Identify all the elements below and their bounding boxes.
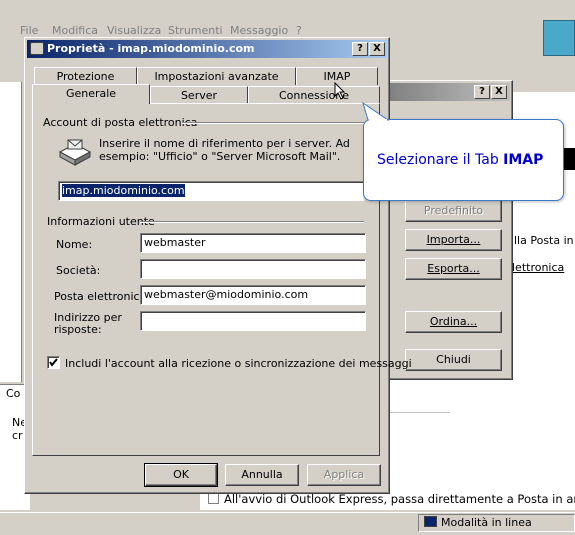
importa-button[interactable]: Importa... bbox=[405, 229, 502, 251]
callout-pointer bbox=[362, 101, 390, 121]
menu-messaggio[interactable]: Messaggio bbox=[230, 24, 288, 37]
dialog-icon bbox=[30, 42, 44, 55]
chiudi-button[interactable]: Chiudi bbox=[405, 349, 502, 371]
esporta-button[interactable]: Esporta... bbox=[405, 258, 502, 280]
societa-input[interactable] bbox=[140, 259, 366, 279]
annulla-button[interactable]: Annulla bbox=[225, 464, 299, 486]
content-link-1[interactable]: lla Posta in bbox=[514, 234, 574, 247]
dialog-close-button[interactable]: X bbox=[369, 42, 385, 56]
include-checkbox-label: Includi l'account alla ricezione o sincr… bbox=[65, 357, 412, 370]
tab-server[interactable]: Server bbox=[150, 86, 248, 104]
applica-button[interactable]: Applica bbox=[307, 464, 381, 486]
callout-text: Selezionare il Tab IMAP bbox=[377, 152, 543, 168]
callout-text-bold: IMAP bbox=[503, 152, 544, 168]
contacts-text-2: cr bbox=[12, 429, 23, 442]
status-text: Modalità in linea bbox=[441, 516, 532, 529]
account-group-line bbox=[182, 122, 364, 124]
posta-input[interactable]: webmaster@miodominio.com bbox=[140, 285, 366, 305]
menu-strumenti[interactable]: Strumenti bbox=[168, 24, 223, 37]
lower-divider bbox=[390, 412, 450, 413]
dialog-titlebar: Proprietà - imap.miodominio.com bbox=[27, 40, 387, 58]
predefinito-button[interactable]: Predefinito bbox=[405, 200, 502, 222]
nome-input[interactable]: webmaster bbox=[140, 233, 366, 253]
startup-text: All'avvio di Outlook Express, passa dire… bbox=[224, 492, 575, 506]
startup-checkbox[interactable] bbox=[208, 493, 219, 504]
ordina-button[interactable]: Ordina... bbox=[405, 311, 502, 333]
account-name-input[interactable]: imap.miodominio.com bbox=[58, 181, 364, 201]
dialog-help-button[interactable]: ? bbox=[352, 42, 368, 56]
banner-strip bbox=[563, 148, 575, 170]
user-group-line bbox=[140, 221, 364, 223]
risposte-label: Indirizzo per risposte: bbox=[54, 311, 122, 336]
account-group-label: Account di posta elettronica bbox=[43, 116, 198, 129]
risposte-input[interactable] bbox=[140, 311, 366, 331]
societa-label: Società: bbox=[56, 264, 101, 277]
accounts-close-button[interactable]: X bbox=[491, 85, 507, 99]
menu-visualizza[interactable]: Visualizza bbox=[107, 24, 161, 37]
menu-modifica[interactable]: Modifica bbox=[52, 24, 98, 37]
mouse-cursor-icon bbox=[334, 82, 346, 100]
menu-help[interactable]: ? bbox=[296, 24, 302, 37]
tab-generale[interactable]: Generale bbox=[32, 84, 150, 104]
ok-button[interactable]: OK bbox=[144, 463, 218, 487]
nome-label: Nome: bbox=[56, 238, 93, 251]
callout-text-prefix: Selezionare il Tab bbox=[377, 152, 504, 168]
content-link-2[interactable]: lettronica bbox=[512, 261, 564, 274]
account-hint: Inserire il nome di riferimento per i se… bbox=[99, 137, 350, 163]
dialog-title: Proprietà - imap.miodominio.com bbox=[47, 42, 255, 55]
menu-file[interactable]: File bbox=[20, 24, 38, 37]
account-name-value: imap.miodominio.com bbox=[62, 184, 185, 197]
contacts-header: Co bbox=[6, 387, 21, 400]
monitor-icon bbox=[424, 516, 437, 527]
posta-label: Posta elettronica: bbox=[54, 290, 151, 303]
mail-server-icon bbox=[58, 138, 92, 166]
tab-protezione[interactable]: Protezione bbox=[34, 67, 137, 85]
user-group-label: Informazioni utente bbox=[47, 215, 155, 228]
accounts-help-button[interactable]: ? bbox=[474, 85, 490, 99]
folder-pane bbox=[0, 82, 22, 382]
include-checkbox[interactable] bbox=[47, 356, 60, 369]
tab-impostazioni-avanzate[interactable]: Impostazioni avanzate bbox=[137, 67, 296, 85]
toolbar-logo bbox=[543, 20, 575, 56]
